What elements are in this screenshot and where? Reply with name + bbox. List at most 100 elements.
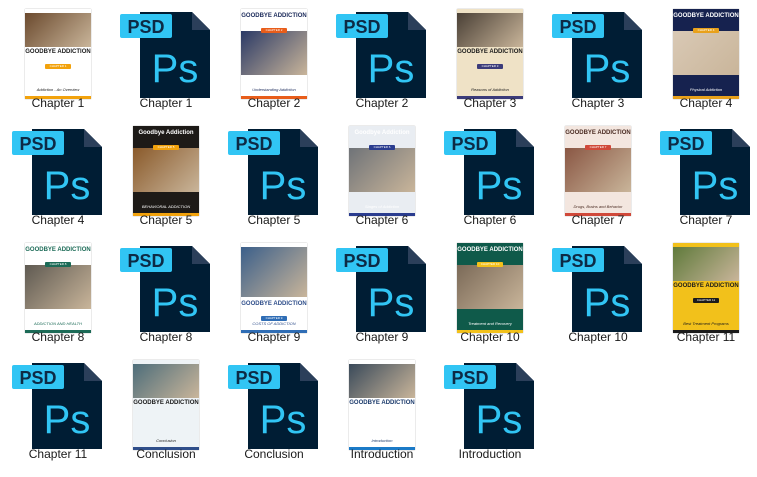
cover-chapter-tag: CHAPTER 3 [477, 64, 503, 69]
psd-badge-text: PSD [343, 17, 380, 37]
image-file-tile[interactable]: GOODBYE ADDICTION Conclusion Conclusion [112, 351, 220, 468]
cover-thumbnail: GOODBYE ADDICTION CHAPTER 3 Reasons of Add… [457, 9, 523, 99]
cover-thumbnail: GOODBYE ADDICTION CHAPTER 9 COSTS OF ADDIC… [241, 243, 307, 333]
cover-subtitle: Conclusion [156, 438, 176, 443]
ps-logo-text: Ps [584, 281, 631, 325]
image-file-tile[interactable]: GOODBYE ADDICTION CHAPTER 11 Best Treatmen… [652, 234, 757, 351]
image-file-tile[interactable]: Goodbye Addiction CHAPTER 6 Stages of Addi… [328, 117, 436, 234]
file-name-label: Chapter 8 [139, 330, 193, 344]
cover-subtitle: Treatment and Recovery [468, 321, 512, 326]
cover-subtitle: Best Treatment Programs [683, 321, 729, 326]
file-thumbnail: Goodbye Addiction CHAPTER 5 BEHAVIORAL ADD… [112, 125, 220, 217]
file-name-label: Chapter 4 [679, 96, 733, 110]
psd-file-tile[interactable]: PSD Ps Chapter 10 [544, 234, 652, 351]
file-thumbnail: GOODBYE ADDICTION CHAPTER 3 Reasons of Add… [436, 8, 544, 100]
psd-file-tile[interactable]: PSD Ps Chapter 4 [4, 117, 112, 234]
file-thumbnail: GOODBYE ADDICTION CHAPTER 10 Treatment and… [436, 242, 544, 334]
psd-file-tile[interactable]: PSD Ps Chapter 1 [112, 0, 220, 117]
psd-file-icon: PSD Ps [226, 125, 322, 217]
ps-logo-text: Ps [44, 164, 91, 208]
ps-logo-text: Ps [260, 398, 307, 442]
psd-file-tile[interactable]: PSD Ps Chapter 5 [220, 117, 328, 234]
cover-title: GOODBYE ADDICTION [25, 49, 91, 55]
cover-subtitle: Introduction [371, 438, 393, 443]
cover-subtitle: Stages of Addiction [364, 204, 400, 209]
file-name-label: Conclusion [136, 447, 196, 461]
psd-file-tile[interactable]: PSD Ps Chapter 7 [652, 117, 757, 234]
cover-chapter-tag: CHAPTER 1 [45, 64, 71, 69]
photoshop-document-icon: PSD Ps [336, 246, 426, 332]
psd-badge-text: PSD [19, 134, 56, 154]
ps-logo-text: Ps [476, 398, 523, 442]
file-name-label: Conclusion [244, 447, 304, 461]
psd-file-tile[interactable]: PSD Ps Chapter 2 [328, 0, 436, 117]
cover-thumbnail: GOODBYE ADDICTION Introduction [349, 360, 415, 450]
file-name-label: Chapter 5 [139, 213, 193, 227]
image-file-tile[interactable]: GOODBYE ADDICTION CHAPTER 9 COSTS OF ADDIC… [220, 234, 328, 351]
cover-title: GOODBYE ADDICTION [565, 130, 631, 136]
file-thumbnail: PSD Ps [328, 8, 436, 100]
cover-thumbnail: Goodbye Addiction CHAPTER 6 Stages of Addi… [349, 126, 415, 216]
psd-file-tile[interactable]: PSD Ps Chapter 6 [436, 117, 544, 234]
ps-logo-text: Ps [44, 398, 91, 442]
image-file-tile[interactable]: GOODBYE ADDICTION CHAPTER 3 Reasons of Add… [436, 0, 544, 117]
psd-file-tile[interactable]: PSD Ps Chapter 8 [112, 234, 220, 351]
photoshop-document-icon: PSD Ps [552, 12, 642, 98]
cover-photo [349, 148, 415, 192]
psd-badge-text: PSD [559, 17, 596, 37]
image-file-tile[interactable]: GOODBYE ADDICTION CHAPTER 1 Addiction - An… [4, 0, 112, 117]
psd-badge-text: PSD [127, 17, 164, 37]
file-thumbnail: PSD Ps [436, 359, 544, 451]
cover-thumbnail: GOODBYE ADDICTION CHAPTER 2 Understanding … [241, 9, 307, 99]
psd-file-tile[interactable]: PSD Ps Introduction [436, 351, 544, 468]
psd-badge-text: PSD [343, 251, 380, 271]
cover-photo [565, 148, 631, 192]
cover-title: GOODBYE ADDICTION [673, 13, 739, 19]
cover-photo [133, 148, 199, 192]
psd-file-icon: PSD Ps [550, 8, 646, 100]
image-file-tile[interactable]: GOODBYE ADDICTION CHAPTER 10 Treatment and… [436, 234, 544, 351]
file-thumbnail: PSD Ps [4, 359, 112, 451]
psd-file-icon: PSD Ps [10, 125, 106, 217]
psd-file-tile[interactable]: PSD Ps Chapter 11 [4, 351, 112, 468]
psd-file-tile[interactable]: PSD Ps Conclusion [220, 351, 328, 468]
image-file-tile[interactable]: GOODBYE ADDICTION CHAPTER 2 Understanding … [220, 0, 328, 117]
file-thumbnail: PSD Ps [544, 242, 652, 334]
psd-file-icon: PSD Ps [118, 242, 214, 334]
file-name-label: Chapter 2 [247, 96, 301, 110]
cover-thumbnail: GOODBYE ADDICTION CHAPTER 8 ADDICTION AND … [25, 243, 91, 333]
file-name-label: Introduction [458, 447, 522, 461]
psd-badge-text: PSD [235, 134, 272, 154]
photoshop-document-icon: PSD Ps [12, 129, 102, 215]
photoshop-document-icon: PSD Ps [120, 12, 210, 98]
psd-file-tile[interactable]: PSD Ps Chapter 9 [328, 234, 436, 351]
file-name-label: Chapter 5 [247, 213, 301, 227]
file-thumbnail: GOODBYE ADDICTION CHAPTER 8 ADDICTION AND … [4, 242, 112, 334]
photoshop-document-icon: PSD Ps [552, 246, 642, 332]
cover-title: GOODBYE ADDICTION [457, 49, 523, 55]
cover-subtitle: BEHAVIORAL ADDICTION [141, 204, 191, 209]
cover-title: Goodbye Addiction [354, 130, 410, 136]
photoshop-document-icon: PSD Ps [444, 363, 534, 449]
psd-file-tile[interactable]: PSD Ps Chapter 3 [544, 0, 652, 117]
cover-subtitle: Drugs, Brains and Behavior [573, 204, 623, 209]
file-thumbnail: GOODBYE ADDICTION CHAPTER 4 Physical Addic… [652, 8, 757, 100]
file-thumbnail: GOODBYE ADDICTION CHAPTER 2 Understanding … [220, 8, 328, 100]
image-file-tile[interactable]: GOODBYE ADDICTION CHAPTER 8 ADDICTION AND … [4, 234, 112, 351]
image-file-tile[interactable]: Goodbye Addiction CHAPTER 5 BEHAVIORAL ADD… [112, 117, 220, 234]
file-thumbnail: GOODBYE ADDICTION CHAPTER 1 Addiction - An… [4, 8, 112, 100]
psd-file-icon: PSD Ps [334, 8, 430, 100]
psd-file-icon: PSD Ps [658, 125, 754, 217]
ps-logo-text: Ps [584, 47, 631, 91]
file-name-label: Chapter 3 [571, 96, 625, 110]
file-thumbnail: GOODBYE ADDICTION Introduction [328, 359, 436, 451]
cover-chapter-tag: CHAPTER 5 [153, 145, 179, 150]
image-file-tile[interactable]: GOODBYE ADDICTION CHAPTER 4 Physical Addic… [652, 0, 757, 117]
file-thumbnail: PSD Ps [4, 125, 112, 217]
cover-photo [457, 265, 523, 309]
cover-photo [25, 265, 91, 309]
image-file-tile[interactable]: GOODBYE ADDICTION CHAPTER 7 Drugs, Brains … [544, 117, 652, 234]
cover-title: GOODBYE ADDICTION [241, 301, 307, 307]
file-name-label: Chapter 6 [463, 213, 517, 227]
image-file-tile[interactable]: GOODBYE ADDICTION Introduction Introductio… [328, 351, 436, 468]
